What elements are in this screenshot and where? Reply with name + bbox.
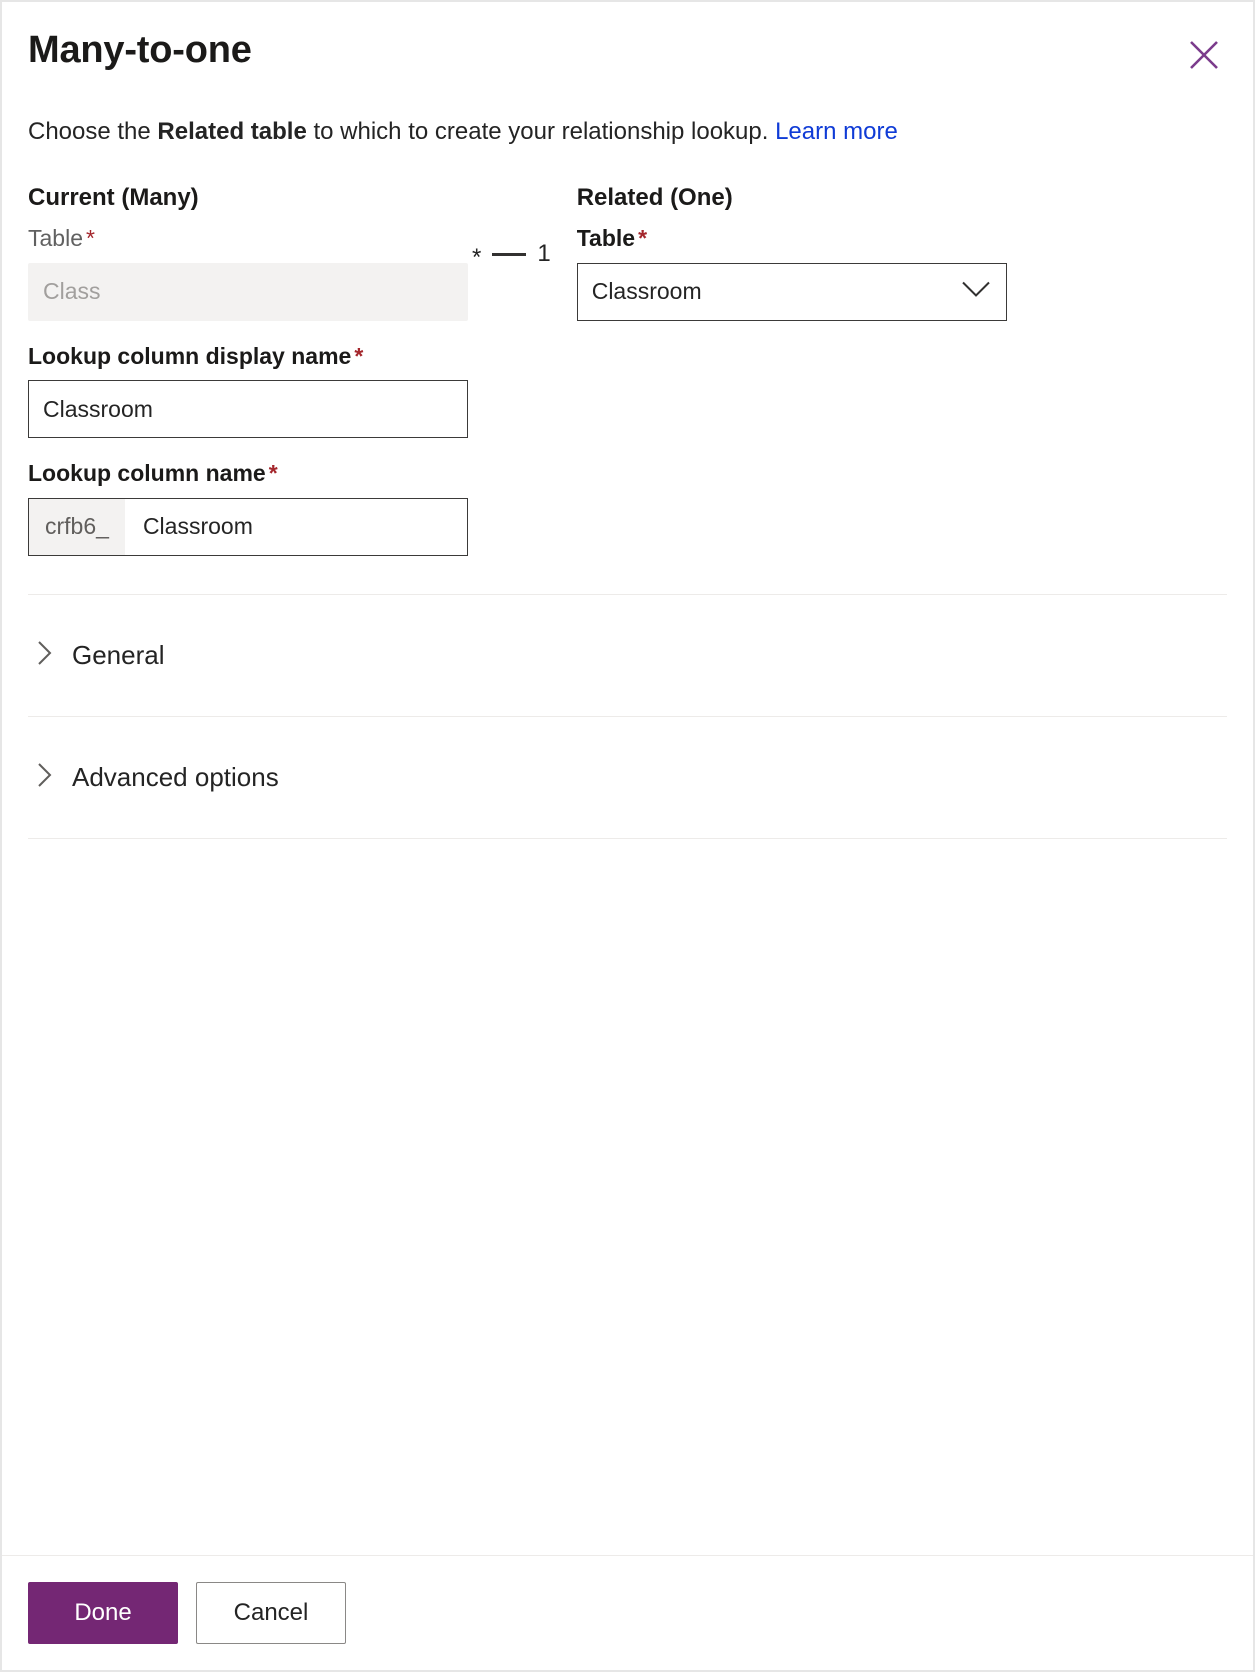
- required-asterisk: *: [85, 224, 95, 251]
- related-table-label: Table *: [577, 225, 1007, 253]
- section-general-label: General: [72, 640, 165, 671]
- lookup-name-label-text: Lookup column name: [28, 460, 266, 487]
- section-general[interactable]: General: [28, 593, 1227, 716]
- related-one-heading: Related (One): [576, 184, 733, 212]
- section-advanced-options[interactable]: Advanced options: [28, 715, 1227, 839]
- required-asterisk: *: [268, 460, 278, 487]
- related-table-value: Classroom: [591, 278, 702, 305]
- dialog-footer: Done Cancel: [2, 1555, 1253, 1670]
- collapsible-sections: General Advanced options: [2, 593, 1253, 839]
- learn-more-link[interactable]: Learn more: [775, 118, 898, 145]
- lookup-name-label: Lookup column name *: [28, 460, 1227, 488]
- required-asterisk: *: [638, 224, 648, 251]
- related-one-column: Related (One) Table * Classroom: [576, 184, 1007, 321]
- chevron-right-icon: [36, 639, 54, 672]
- close-button[interactable]: [1181, 32, 1227, 78]
- tables-row: Current (Many) Table * Class * 1 Related …: [2, 148, 1253, 321]
- current-table-label-text: Table: [28, 224, 83, 251]
- done-button[interactable]: Done: [28, 1582, 178, 1644]
- current-many-heading: Current (Many): [28, 184, 199, 212]
- section-advanced-options-label: Advanced options: [72, 762, 279, 793]
- dialog-body: Current (Many) Table * Class * 1 Related …: [2, 148, 1253, 1555]
- close-icon: [1187, 38, 1221, 72]
- relationship-line-icon: [492, 252, 527, 256]
- one-symbol: 1: [537, 240, 551, 268]
- relationship-indicator: * 1: [468, 240, 555, 272]
- lookup-name-field: Lookup column name * crfb6_ Classroom: [2, 460, 1253, 556]
- chevron-right-icon: [36, 761, 54, 794]
- cancel-button[interactable]: Cancel: [196, 1582, 346, 1644]
- lookup-name-prefix: crfb6_: [29, 498, 125, 555]
- required-asterisk: *: [354, 342, 364, 369]
- description-text-after: to which to create your relationship loo…: [306, 117, 776, 145]
- dialog-header: Many-to-one: [2, 2, 1253, 72]
- dialog-description: Choose the Related table to which to cre…: [2, 72, 1253, 148]
- lookup-display-name-label: Lookup column display name *: [28, 343, 1227, 371]
- related-table-dropdown[interactable]: Classroom: [576, 262, 1007, 321]
- current-table-input: Class: [28, 262, 468, 321]
- current-many-column: Current (Many) Table * Class: [28, 184, 468, 321]
- current-table-label: Table *: [28, 225, 468, 253]
- description-text-before: Choose the: [28, 117, 158, 145]
- lookup-name-value: Classroom: [142, 513, 253, 540]
- current-table-value: Class: [43, 278, 101, 305]
- related-table-input[interactable]: Classroom: [576, 262, 1007, 321]
- lookup-display-name-input[interactable]: Classroom: [28, 380, 468, 439]
- lookup-display-name-field: Lookup column display name * Classroom: [2, 343, 1253, 439]
- lookup-display-name-label-text: Lookup column display name: [28, 342, 352, 369]
- lookup-display-name-value: Classroom: [43, 395, 153, 422]
- lookup-name-input[interactable]: crfb6_ Classroom: [28, 497, 468, 556]
- page-title: Many-to-one: [28, 29, 252, 71]
- description-bold-term: Related table: [157, 117, 307, 145]
- related-table-label-text: Table: [576, 224, 636, 251]
- many-to-one-dialog: Many-to-one Choose the Related table to …: [0, 0, 1255, 1672]
- many-symbol: *: [472, 244, 482, 272]
